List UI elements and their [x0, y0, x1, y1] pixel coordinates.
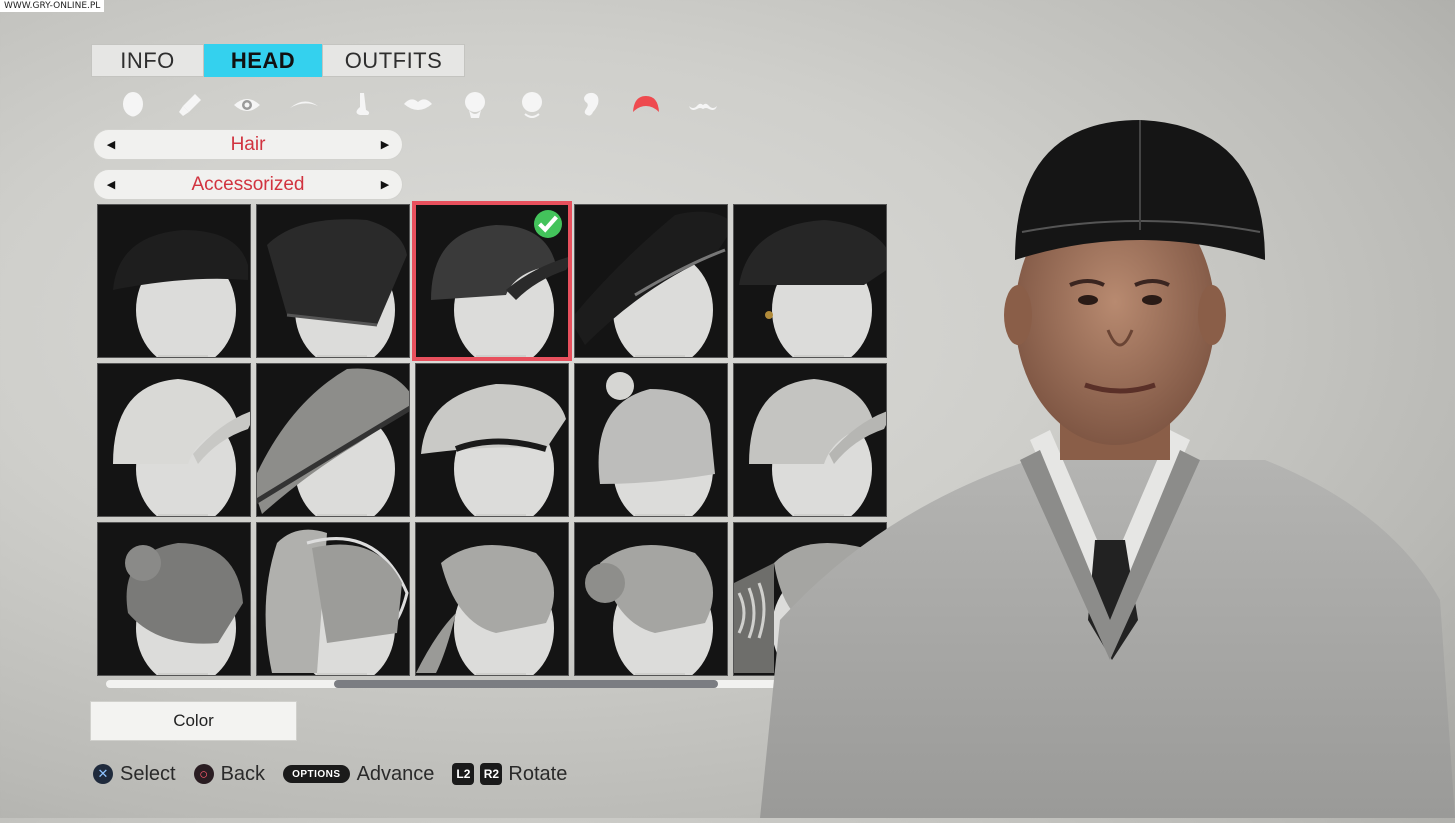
- hair-option-tile[interactable]: [98, 523, 250, 675]
- nose-icon[interactable]: [332, 89, 389, 121]
- lips-icon[interactable]: [389, 89, 446, 121]
- style-value: Accessorized: [191, 173, 305, 195]
- hint-label: Advance: [356, 762, 435, 785]
- hair-option-tile[interactable]: [98, 205, 250, 357]
- hint-label: Rotate: [508, 762, 568, 785]
- ear-icon[interactable]: [560, 89, 617, 121]
- tab-bar: INFO HEAD OUTFITS: [91, 44, 465, 77]
- category-icon-bar: [104, 89, 731, 121]
- hair-option-tile[interactable]: [416, 364, 568, 516]
- category-selector[interactable]: ◀ Hair ▶: [94, 130, 402, 159]
- hair-option-tile[interactable]: [257, 364, 409, 516]
- head-shape-icon[interactable]: [104, 89, 161, 121]
- character-preview[interactable]: [760, 100, 1455, 818]
- mustache-icon[interactable]: [674, 89, 731, 121]
- low-ponytail-headband-icon: [416, 545, 554, 675]
- cross-button-icon: ✕: [93, 764, 113, 784]
- eye-icon[interactable]: [218, 89, 275, 121]
- options-button-icon: OPTIONS: [283, 765, 350, 783]
- hair-option-tile[interactable]: [416, 205, 568, 357]
- style-selector[interactable]: ◀ Accessorized ▶: [94, 170, 402, 199]
- hint-select: ✕ Select: [93, 763, 176, 786]
- hair-option-tile[interactable]: [98, 364, 250, 516]
- high-ponytail-headband-icon: [265, 529, 409, 675]
- flat-cap-icon: [421, 384, 566, 516]
- hair-option-tile[interactable]: [575, 205, 727, 357]
- tab-head[interactable]: HEAD: [204, 44, 322, 77]
- hair-option-tile[interactable]: [257, 523, 409, 675]
- beanie-icon: [267, 219, 407, 357]
- ear-left-icon[interactable]: [446, 89, 503, 121]
- eyebrow-icon[interactable]: [275, 89, 332, 121]
- wide-brim-hat-icon: [575, 211, 727, 357]
- arrow-right-icon[interactable]: ▶: [378, 138, 392, 151]
- pom-beanie-icon: [598, 372, 715, 516]
- button-hints: ✕ Select ○ Back OPTIONS Advance L2 R2 Ro…: [93, 760, 585, 788]
- chin-icon[interactable]: [503, 89, 560, 121]
- newsboy-cap-icon: [113, 230, 248, 357]
- low-bun-icon: [585, 545, 713, 675]
- hair-option-tile[interactable]: [575, 523, 727, 675]
- hint-label: Back: [220, 762, 266, 785]
- white-baseball-cap-icon: [113, 379, 250, 516]
- hair-option-tile[interactable]: [416, 523, 568, 675]
- tab-info[interactable]: INFO: [91, 44, 204, 77]
- arrow-left-icon[interactable]: ◀: [104, 138, 118, 151]
- category-value: Hair: [230, 133, 266, 155]
- circle-button-icon: ○: [193, 764, 214, 784]
- watermark: WWW.GRY-ONLINE.PL: [0, 0, 105, 12]
- arrow-left-icon[interactable]: ◀: [104, 178, 118, 191]
- hint-advance: OPTIONS Advance: [283, 763, 434, 786]
- tab-outfits[interactable]: OUTFITS: [322, 44, 465, 77]
- hair-option-tile[interactable]: [257, 205, 409, 357]
- hint-rotate: L2 R2 Rotate: [452, 763, 567, 786]
- arrow-right-icon[interactable]: ▶: [378, 178, 392, 191]
- checkmark-icon: [534, 210, 562, 238]
- color-button[interactable]: Color: [91, 702, 296, 740]
- hair-option-tile[interactable]: [575, 364, 727, 516]
- l2-button-icon: L2: [452, 763, 475, 785]
- r2-button-icon: R2: [480, 763, 503, 785]
- fedora-long-hair-icon: [257, 368, 409, 516]
- hair-icon[interactable]: [617, 89, 674, 121]
- hint-back: ○ Back: [193, 762, 266, 786]
- hint-label: Select: [120, 762, 176, 785]
- top-bun-icon: [125, 543, 243, 675]
- skin-brush-icon[interactable]: [161, 89, 218, 121]
- scrollbar-thumb[interactable]: [334, 680, 718, 688]
